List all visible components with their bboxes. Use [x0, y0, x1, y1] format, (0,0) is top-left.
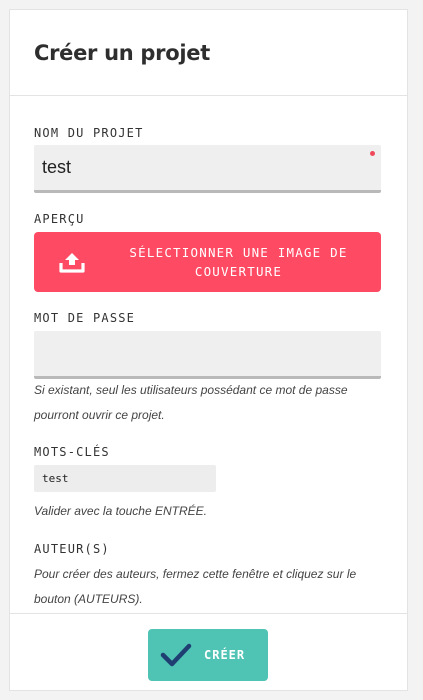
project-name-label: NOM DU PROJET — [34, 126, 144, 140]
create-project-dialog: Créer un projet NOM DU PROJET test APERÇ… — [9, 9, 408, 691]
keyword-value: test — [42, 472, 69, 485]
password-input[interactable] — [34, 331, 381, 379]
preview-label: APERÇU — [34, 212, 85, 226]
select-cover-image-button[interactable]: SÉLECTIONNER UNE IMAGE DE COUVERTURE — [34, 232, 381, 292]
select-cover-image-label: SÉLECTIONNER UNE IMAGE DE COUVERTURE — [129, 245, 348, 279]
password-label: MOT DE PASSE — [34, 311, 136, 325]
checkmark-icon — [148, 643, 204, 667]
keywords-hint: Valider avec la touche ENTRÉE. — [34, 504, 207, 518]
create-button-label: CRÉER — [204, 648, 246, 662]
project-name-input[interactable]: test — [34, 145, 381, 193]
authors-hint: Pour créer des auteurs, fermez cette fen… — [34, 567, 357, 606]
authors-label: AUTEUR(S) — [34, 542, 110, 556]
keywords-input[interactable]: test — [34, 465, 216, 492]
keywords-label: MOTS-CLÉS — [34, 445, 110, 459]
dialog-title: Créer un projet — [34, 40, 210, 65]
project-name-value: test — [42, 157, 72, 177]
create-button[interactable]: CRÉER — [148, 629, 268, 681]
dialog-header: Créer un projet — [10, 10, 407, 96]
required-indicator — [370, 151, 375, 156]
upload-tray-icon — [34, 251, 110, 273]
dialog-footer: CRÉER — [10, 613, 407, 691]
password-hint: Si existant, seul les utilisateurs possé… — [34, 383, 348, 422]
